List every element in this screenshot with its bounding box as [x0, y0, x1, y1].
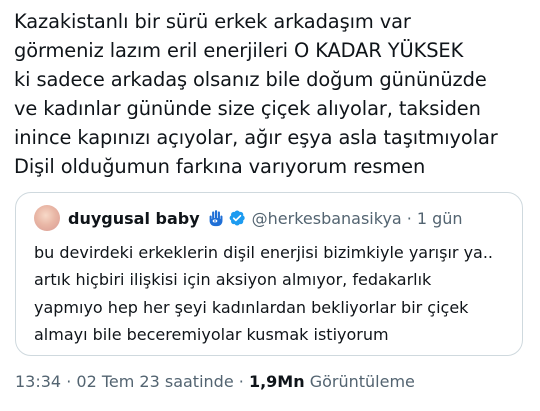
quoted-handle[interactable]: @herkesbanasikya — [252, 209, 402, 228]
tweet-metadata: 13:34 · 02 Tem 23 saatinde · 1,9Mn Görün… — [15, 372, 415, 391]
tweet-text-line: ve kadınlar gününde size çiçek alıyolar,… — [14, 97, 481, 120]
hamsa-hand-icon — [209, 210, 223, 227]
tweet-text: Kazakistanlı bir sürü erkek arkadaşım va… — [14, 7, 536, 181]
tweet-date[interactable]: 02 Tem 23 — [76, 372, 159, 391]
tweet-text-line: ki sadece arkadaş olsanız bile doğum gün… — [14, 68, 487, 91]
quoted-tweet-header: duygusal baby @herkesbanasikya · 1 gün — [34, 204, 463, 232]
quoted-display-name[interactable]: duygusal baby — [68, 209, 200, 228]
view-count: 1,9Mn — [248, 372, 305, 391]
tweet-period: saatinde — [164, 372, 234, 391]
separator-dot: · — [238, 372, 244, 391]
separator-dot: · — [66, 372, 72, 391]
quoted-text-line: yapmıyo hep her şeyi kadınlardan bekliyo… — [34, 297, 469, 317]
avatar[interactable] — [34, 205, 60, 231]
quoted-text-line: artık hiçbiri ilişkisi için aksiyon almı… — [34, 270, 432, 290]
tweet-text-line: Dişil olduğumun farkına varıyorum resmen — [14, 155, 426, 178]
view-count-label: Görüntüleme — [309, 372, 415, 391]
tweet-text-line: görmeniz lazım eril enerjileri O KADAR Y… — [14, 39, 464, 62]
tweet-text-line: Kazakistanlı bir sürü erkek arkadaşım va… — [14, 10, 411, 33]
tweet-timestamp[interactable]: 13:34 — [15, 372, 61, 391]
tweet-text-line: inince kapınızı açıyolar, ağır eşya asla… — [14, 126, 498, 149]
quoted-text-line: bu devirdeki erkeklerin dişil enerjisi b… — [34, 243, 494, 262]
quoted-time[interactable]: 1 gün — [417, 209, 463, 228]
verified-badge-icon — [229, 210, 245, 226]
quoted-tweet-text: bu devirdeki erkeklerin dişil enerjisi b… — [34, 239, 514, 348]
separator-dot: · — [406, 208, 412, 228]
quoted-tweet[interactable]: duygusal baby @herkesbanasikya · 1 gün b… — [15, 192, 523, 356]
quoted-text-line: almayı bile beceremiyolar kusmak istiyor… — [34, 324, 389, 344]
